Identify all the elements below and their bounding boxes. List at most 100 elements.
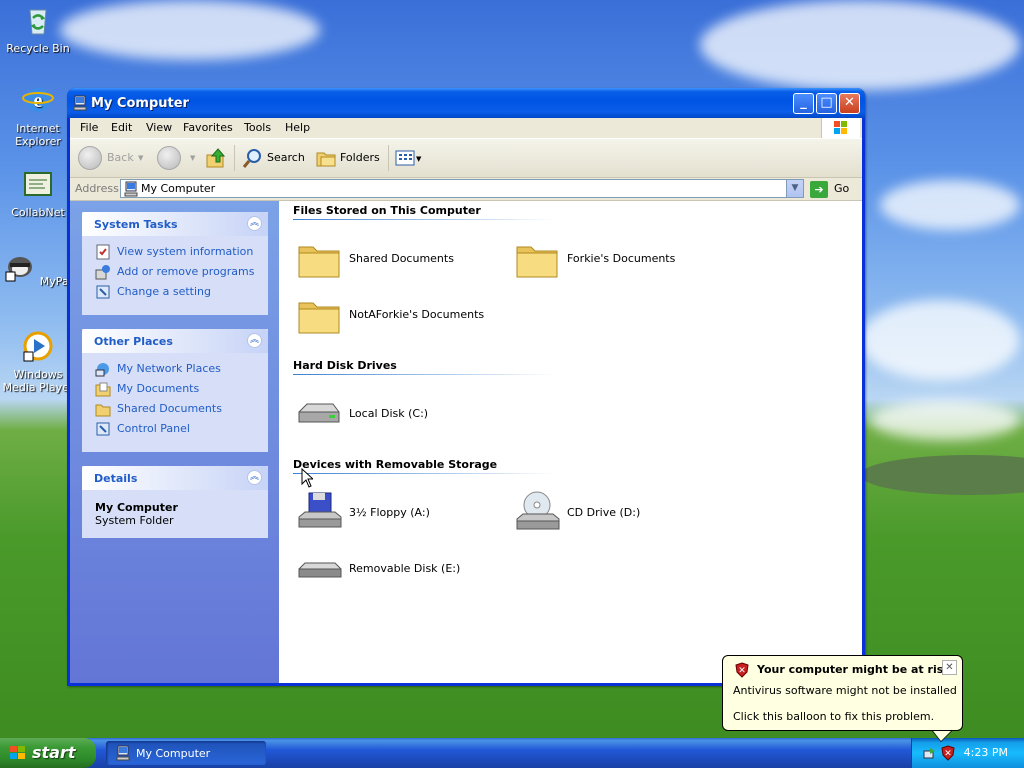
collabnet-icon <box>24 172 52 196</box>
menu-favorites[interactable]: Favorites <box>183 121 233 134</box>
forward-button[interactable] <box>157 146 186 170</box>
security-notification-balloon[interactable]: ✕ Your computer might be at risk ✕ Antiv… <box>722 655 963 742</box>
menu-view[interactable]: View <box>146 121 172 134</box>
forward-arrow-icon <box>157 146 181 170</box>
menu-help[interactable]: Help <box>285 121 310 134</box>
internet-explorer-icon: e <box>22 88 54 112</box>
file-list-view: Files Stored on This Computer Shared Doc… <box>279 201 862 683</box>
folders-button[interactable]: Folders <box>315 146 380 170</box>
window-title: My Computer <box>91 96 189 111</box>
place-my-network-places[interactable]: My Network Places <box>82 359 268 379</box>
forward-dropdown-icon[interactable]: ▼ <box>190 154 195 162</box>
desktop-icon-internet-explorer[interactable]: e Internet Explorer <box>1 84 75 148</box>
folders-label: Folders <box>340 151 380 164</box>
place-my-documents[interactable]: My Documents <box>82 379 268 399</box>
panel-header[interactable]: Other Places ︽ <box>82 329 268 353</box>
task-label: My Computer <box>136 747 211 760</box>
taskbar: start My Computer ✕ 4:23 PM <box>0 738 1024 768</box>
svg-text:✕: ✕ <box>738 666 746 676</box>
desktop-icon-collabnet[interactable]: CollabNet <box>1 168 75 219</box>
windows-flag-icon <box>10 746 25 759</box>
my-computer-window: My Computer _ □ ✕ File Edit View Favorit… <box>67 88 865 686</box>
balloon-close-button[interactable]: ✕ <box>942 660 957 675</box>
folder-icon <box>95 404 111 417</box>
group-header: Devices with Removable Storage <box>293 458 498 471</box>
up-button[interactable] <box>205 146 227 170</box>
system-tasks-panel: System Tasks ︽ View system information A… <box>82 212 268 315</box>
item-label: CD Drive (D:) <box>567 506 641 519</box>
search-label: Search <box>267 151 305 164</box>
task-pane: System Tasks ︽ View system information A… <box>70 201 279 683</box>
taskbar-button-my-computer[interactable]: My Computer <box>106 741 266 765</box>
address-input[interactable]: My Computer ▼ <box>120 179 804 198</box>
item-label: Removable Disk (E:) <box>349 562 461 575</box>
details-name: My Computer <box>95 501 178 514</box>
menu-file[interactable]: File <box>80 121 98 134</box>
place-label: My Network Places <box>117 362 221 375</box>
collapse-chevron-icon[interactable]: ︽ <box>247 216 262 231</box>
panel-header[interactable]: System Tasks ︽ <box>82 212 268 236</box>
menu-bar: File Edit View Favorites Tools Help <box>70 118 862 139</box>
svg-text:✕: ✕ <box>944 749 952 759</box>
desktop-icon-recycle-bin[interactable]: Recycle Bin <box>1 4 75 55</box>
address-bar: Address My Computer ▼ ➔ Go <box>70 178 862 201</box>
windows-media-player-icon <box>23 331 53 362</box>
my-documents-icon <box>95 382 111 397</box>
mypal-icon <box>5 257 33 282</box>
other-places-panel: Other Places ︽ My Network Places My Docu… <box>82 329 268 452</box>
folder-icon <box>516 246 558 278</box>
group-header: Files Stored on This Computer <box>293 204 481 217</box>
task-view-system-information[interactable]: View system information <box>82 242 268 262</box>
computer-icon <box>116 745 130 761</box>
desktop-icon-label: Recycle Bin <box>6 42 70 55</box>
item-label: Forkie's Documents <box>567 252 676 265</box>
desktop-icon-mypal[interactable]: MyPal <box>1 250 75 288</box>
group-divider <box>293 473 555 474</box>
recycle-bin-icon <box>29 9 47 35</box>
close-button[interactable]: ✕ <box>839 93 860 114</box>
collapse-chevron-icon[interactable]: ︽ <box>247 470 262 485</box>
toolbar-separator <box>388 145 389 171</box>
task-label: View system information <box>117 245 254 258</box>
toolbar-separator <box>234 145 235 171</box>
windows-logo-icon <box>834 121 847 134</box>
task-label: Change a setting <box>117 285 211 298</box>
task-add-remove-programs[interactable]: Add or remove programs <box>82 262 268 282</box>
desktop-icon-windows-media-player[interactable]: Windows Media Player <box>1 330 75 394</box>
desktop-icon-label: CollabNet <box>11 206 65 219</box>
item-label: NotAForkie's Documents <box>349 308 485 321</box>
add-remove-programs-icon <box>95 265 110 280</box>
maximize-button[interactable]: □ <box>816 93 837 114</box>
address-value: My Computer <box>141 182 216 195</box>
back-button[interactable]: Back <box>78 146 134 170</box>
item-label: 3½ Floppy (A:) <box>349 506 430 519</box>
balloon-tail <box>933 731 951 741</box>
hard-disk-icon <box>298 403 340 423</box>
cd-drive-icon <box>516 491 560 530</box>
views-button[interactable]: ▼ <box>394 146 421 170</box>
minimize-button[interactable]: _ <box>793 93 814 114</box>
title-bar[interactable]: My Computer _ □ ✕ <box>67 88 865 118</box>
menu-tools[interactable]: Tools <box>244 121 271 134</box>
task-label: Add or remove programs <box>117 265 255 278</box>
back-dropdown-icon[interactable]: ▼ <box>138 154 143 162</box>
start-button[interactable]: start <box>0 738 96 768</box>
address-dropdown-button[interactable]: ▼ <box>786 180 803 197</box>
go-label: Go <box>834 182 850 195</box>
network-tray-icon[interactable] <box>922 745 938 761</box>
panel-header[interactable]: Details ︽ <box>82 466 268 490</box>
place-control-panel[interactable]: Control Panel <box>82 419 268 439</box>
task-change-setting[interactable]: Change a setting <box>82 282 268 302</box>
back-arrow-icon <box>78 146 102 170</box>
balloon-message: Antivirus software might not be installe… <box>733 684 957 697</box>
security-alert-tray-icon[interactable]: ✕ <box>940 745 956 761</box>
removable-disk-icon <box>298 562 342 578</box>
search-button[interactable]: Search <box>242 146 305 170</box>
menu-edit[interactable]: Edit <box>111 121 132 134</box>
go-button[interactable]: ➔ Go <box>810 179 849 198</box>
group-divider <box>293 219 555 220</box>
control-panel-icon <box>96 422 110 436</box>
place-shared-documents[interactable]: Shared Documents <box>82 399 268 419</box>
collapse-chevron-icon[interactable]: ︽ <box>247 333 262 348</box>
panel-title: Other Places <box>94 335 173 348</box>
